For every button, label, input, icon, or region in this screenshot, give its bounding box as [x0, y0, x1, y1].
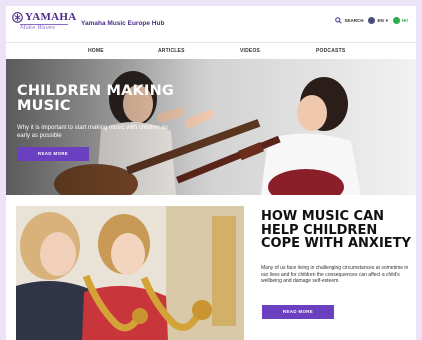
user-button[interactable]: HI!: [393, 17, 408, 24]
logo-tagline: Make Waves: [20, 24, 68, 31]
user-icon: [393, 17, 400, 24]
hero-banner[interactable]: CHILDREN MAKING MUSIC Why it is importan…: [6, 59, 416, 195]
logo-text: YAMAHA: [25, 11, 77, 23]
search-icon: [335, 17, 343, 24]
search-button[interactable]: SEARCH: [335, 17, 363, 24]
globe-icon: [368, 17, 376, 24]
featured-read-more-button[interactable]: READ MORE: [262, 305, 334, 319]
header-tools: SEARCH EN ▾ HI!: [335, 17, 408, 24]
hero-description: Why it is important to start making musi…: [17, 125, 168, 139]
featured-article-description: Many of us face living in challenging ci…: [261, 265, 409, 284]
saxophone-children-image: [16, 206, 244, 340]
hero-title: CHILDREN MAKING MUSIC: [17, 83, 175, 114]
search-label: SEARCH: [344, 18, 364, 23]
page: YAMAHA Make Waves Yamaha Music Europe Hu…: [6, 6, 416, 340]
nav-item-articles[interactable]: ARTICLES: [158, 48, 185, 54]
nav-item-videos[interactable]: VIDEOS: [240, 48, 260, 54]
site-header: YAMAHA Make Waves Yamaha Music Europe Hu…: [6, 6, 416, 60]
yamaha-logo[interactable]: YAMAHA Make Waves: [12, 11, 77, 31]
nav-item-home[interactable]: HOME: [88, 48, 104, 54]
language-label: EN: [377, 18, 384, 23]
main-nav: HOME ARTICLES VIDEOS PODCASTS: [6, 42, 416, 60]
hub-title[interactable]: Yamaha Music Europe Hub: [81, 20, 164, 27]
language-selector[interactable]: EN ▾: [368, 17, 388, 24]
featured-article-title[interactable]: HOW MUSIC CAN HELP CHILDREN COPE WITH AN…: [261, 210, 411, 251]
user-label: HI!: [402, 18, 408, 23]
tuning-fork-logo-icon: [12, 11, 23, 23]
chevron-down-icon: ▾: [385, 17, 388, 23]
nav-item-podcasts[interactable]: PODCASTS: [316, 48, 345, 54]
featured-article-image[interactable]: [16, 206, 244, 340]
hero-read-more-button[interactable]: READ MORE: [17, 147, 89, 161]
